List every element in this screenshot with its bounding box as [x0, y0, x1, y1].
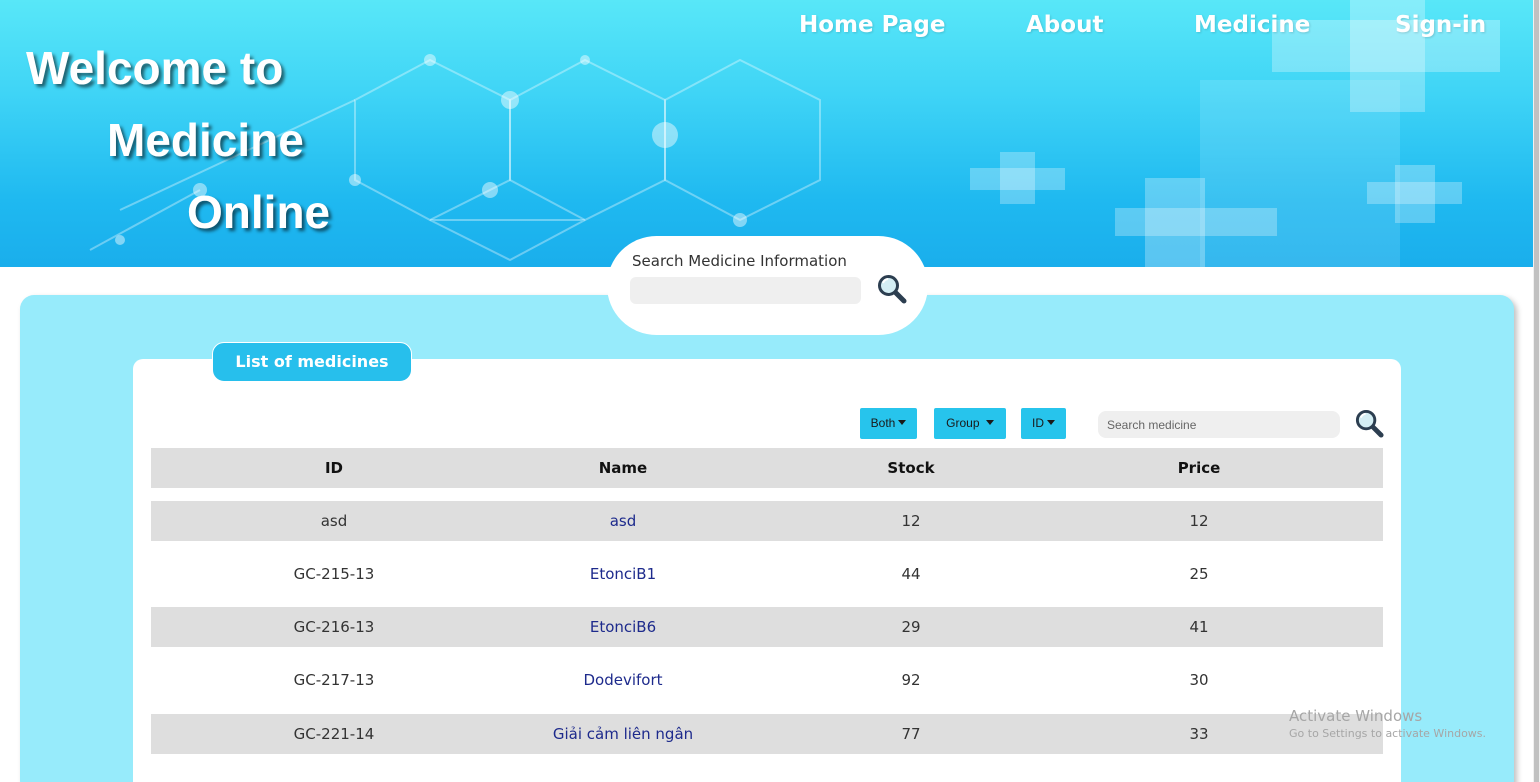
brand-line-2: Medicine [107, 114, 304, 166]
cell-id: GC-216-13 [293, 618, 375, 636]
search-icon[interactable] [876, 273, 908, 305]
filter-id-label: ID [1032, 416, 1044, 430]
column-header-name: Name [598, 459, 648, 477]
watermark-title: Activate Windows [1289, 707, 1423, 725]
cell-id: GC-217-13 [293, 671, 375, 689]
nav-home-page[interactable]: Home Page [799, 12, 945, 38]
cell-stock: 77 [901, 725, 921, 743]
table-row: GC-221-14 Giải cảm liên ngân 77 33 [151, 714, 1383, 754]
brand-line-3: Online [187, 186, 331, 238]
filter-id-button[interactable]: ID [1021, 408, 1066, 439]
cell-id: GC-221-14 [293, 725, 375, 743]
filter-both-button[interactable]: Both [860, 408, 917, 439]
hero-search-input[interactable] [630, 277, 861, 304]
filter-both-label: Both [870, 416, 896, 430]
medicine-name-link[interactable]: Dodevifort [517, 660, 729, 700]
cell-price: 12 [1189, 512, 1209, 530]
cell-price: 30 [1189, 671, 1209, 689]
table-header: ID Name Stock Price [151, 448, 1383, 488]
column-header-id: ID [324, 459, 344, 477]
medicine-search-input[interactable] [1098, 411, 1340, 438]
medicine-name-link[interactable]: EtonciB1 [517, 554, 729, 594]
list-title-tab: List of medicines [212, 342, 412, 382]
header-banner: Welcome to Medicine Online Home Page Abo… [0, 0, 1533, 267]
caret-down-icon [1047, 420, 1055, 426]
top-nav: Home Page About Medicine Sign-in [0, 12, 1533, 46]
cell-stock: 29 [901, 618, 921, 636]
medicine-name-link[interactable]: asd [517, 501, 729, 541]
hero-search-box: Search Medicine Information [607, 236, 928, 335]
nav-about[interactable]: About [1026, 12, 1103, 38]
table-row: GC-217-13 Dodevifort 92 30 [151, 660, 1383, 700]
hero-search-label: Search Medicine Information [632, 252, 847, 270]
medicine-name-link[interactable]: EtonciB6 [517, 607, 729, 647]
cell-price: 41 [1189, 618, 1209, 636]
table-row: GC-215-13 EtonciB1 44 25 [151, 554, 1383, 594]
cell-price: 25 [1189, 565, 1209, 583]
cell-stock: 44 [901, 565, 921, 583]
search-icon[interactable] [1354, 408, 1385, 439]
column-header-price: Price [1177, 459, 1221, 477]
nav-medicine[interactable]: Medicine [1194, 12, 1310, 38]
activate-windows-watermark: Activate Windows Go to Settings to activ… [1289, 707, 1486, 740]
cell-stock: 12 [901, 512, 921, 530]
filter-group-label: Group [946, 416, 980, 430]
nav-sign-in[interactable]: Sign-in [1395, 12, 1486, 38]
scrollbar-thumb[interactable] [1534, 0, 1539, 782]
cell-id: GC-215-13 [293, 565, 375, 583]
filter-group-button[interactable]: Group [934, 408, 1006, 439]
caret-down-icon [985, 420, 994, 426]
cell-id: asd [320, 512, 348, 530]
table-row: asd asd 12 12 [151, 501, 1383, 541]
cell-price: 33 [1189, 725, 1209, 743]
watermark-subtitle: Go to Settings to activate Windows. [1289, 727, 1487, 740]
table-row: GC-216-13 EtonciB6 29 41 [151, 607, 1383, 647]
cell-stock: 92 [901, 671, 921, 689]
medicine-name-link[interactable]: Giải cảm liên ngân [517, 714, 729, 754]
brand-title: Welcome to Medicine Online [26, 32, 366, 248]
page-scrollbar[interactable] [1533, 0, 1540, 782]
column-header-stock: Stock [887, 459, 935, 477]
caret-down-icon [898, 420, 907, 426]
